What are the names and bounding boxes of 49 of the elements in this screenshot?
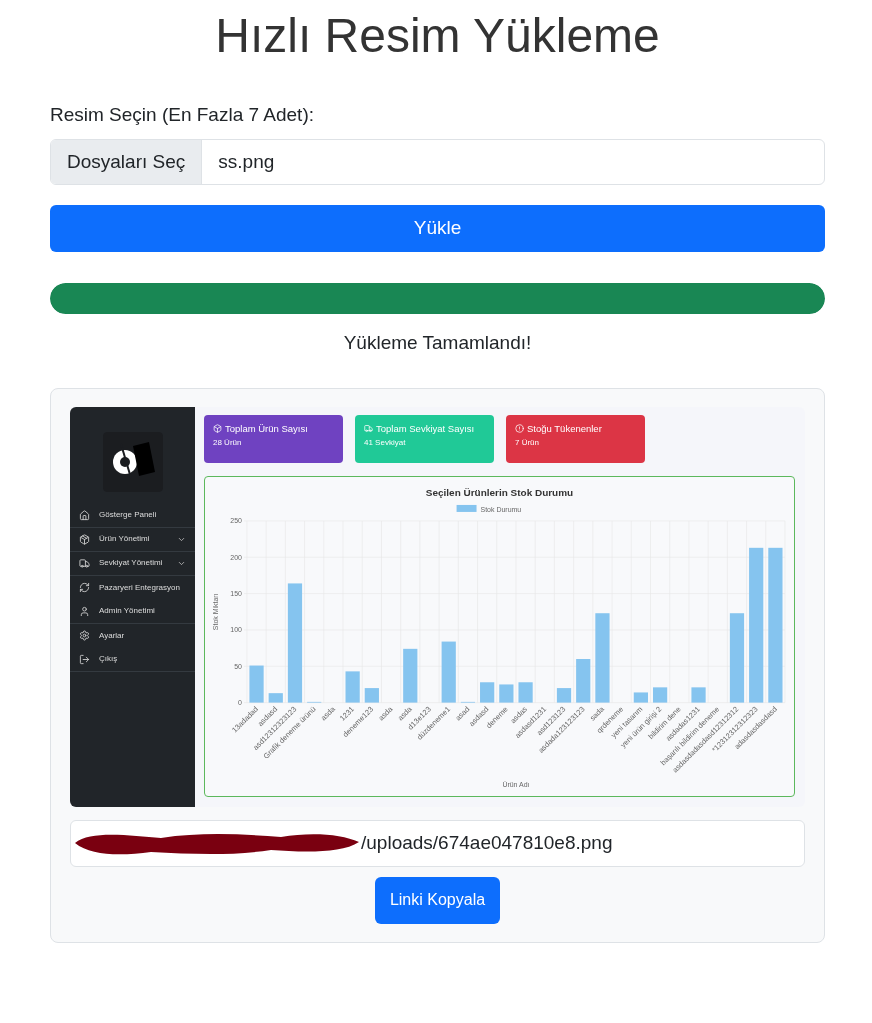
sidebar-item[interactable]: Ürün Yönetimi: [70, 527, 195, 552]
truck-icon: [364, 423, 373, 433]
choose-files-button[interactable]: Dosyaları Seç: [51, 140, 203, 184]
bar: [499, 683, 514, 703]
settings-icon: [79, 630, 90, 641]
sidebar-item[interactable]: Çıkış: [70, 647, 195, 672]
file-label: Resim Seçin (En Fazla 7 Adet):: [50, 105, 315, 124]
sidebar-item[interactable]: Sevkiyat Yönetimi: [70, 551, 195, 576]
sidebar-item[interactable]: Pazaryeri Entegrasyon: [70, 575, 195, 600]
bar: [633, 691, 648, 703]
bar: [556, 687, 572, 703]
bar: [691, 686, 706, 703]
card-value: 7 Ürün: [515, 439, 540, 447]
link-text: /uploads/674ae047810e8.png: [361, 830, 613, 855]
file-name: ss.png: [217, 149, 276, 174]
copy-link-button[interactable]: Linki Kopyala: [374, 876, 501, 924]
page-title: Hızlı Resim Yükleme: [214, 12, 661, 60]
home-icon: [79, 509, 90, 521]
card-title: Toplam Sevkiyat Sayısı: [376, 423, 475, 433]
bar: [480, 681, 495, 703]
sidebar-item[interactable]: Gösterge Paneli: [70, 503, 195, 528]
bar: [403, 648, 418, 703]
card-title: Stoğu Tükenenler: [527, 423, 602, 433]
bar: [364, 687, 379, 703]
logo-icon: [102, 431, 163, 492]
sidebar-item[interactable]: Admin Yönetimi: [70, 599, 195, 624]
bar: [576, 658, 591, 703]
bar: [268, 692, 283, 703]
upload-button[interactable]: Yükle: [50, 205, 825, 252]
bar: [249, 665, 264, 703]
truck-icon: [79, 557, 90, 569]
refresh-icon: [79, 582, 90, 593]
logout-icon: [79, 653, 90, 665]
alert-icon: [515, 423, 524, 433]
card-value: 41 Sevkiyat: [364, 439, 407, 447]
bar: [441, 641, 456, 703]
link-field[interactable]: /uploads/674ae047810e8.png: [70, 819, 805, 867]
file-input[interactable]: Dosyaları Seç ss.png: [50, 139, 825, 185]
sidebar-item[interactable]: Ayarlar: [70, 623, 195, 648]
bar: [518, 681, 533, 703]
bar: [653, 686, 668, 703]
card-value: 28 Ürün: [213, 439, 243, 447]
package-icon: [79, 533, 90, 545]
box-icon: [213, 423, 222, 433]
status-text: Yükleme Tamamlandı!: [342, 331, 533, 355]
bar: [345, 670, 360, 703]
chart-title: Seçilen Ürünlerin Stok Durumu: [425, 486, 574, 498]
user-icon: [79, 605, 90, 617]
card-title: Toplam Ürün Sayısı: [225, 423, 308, 433]
